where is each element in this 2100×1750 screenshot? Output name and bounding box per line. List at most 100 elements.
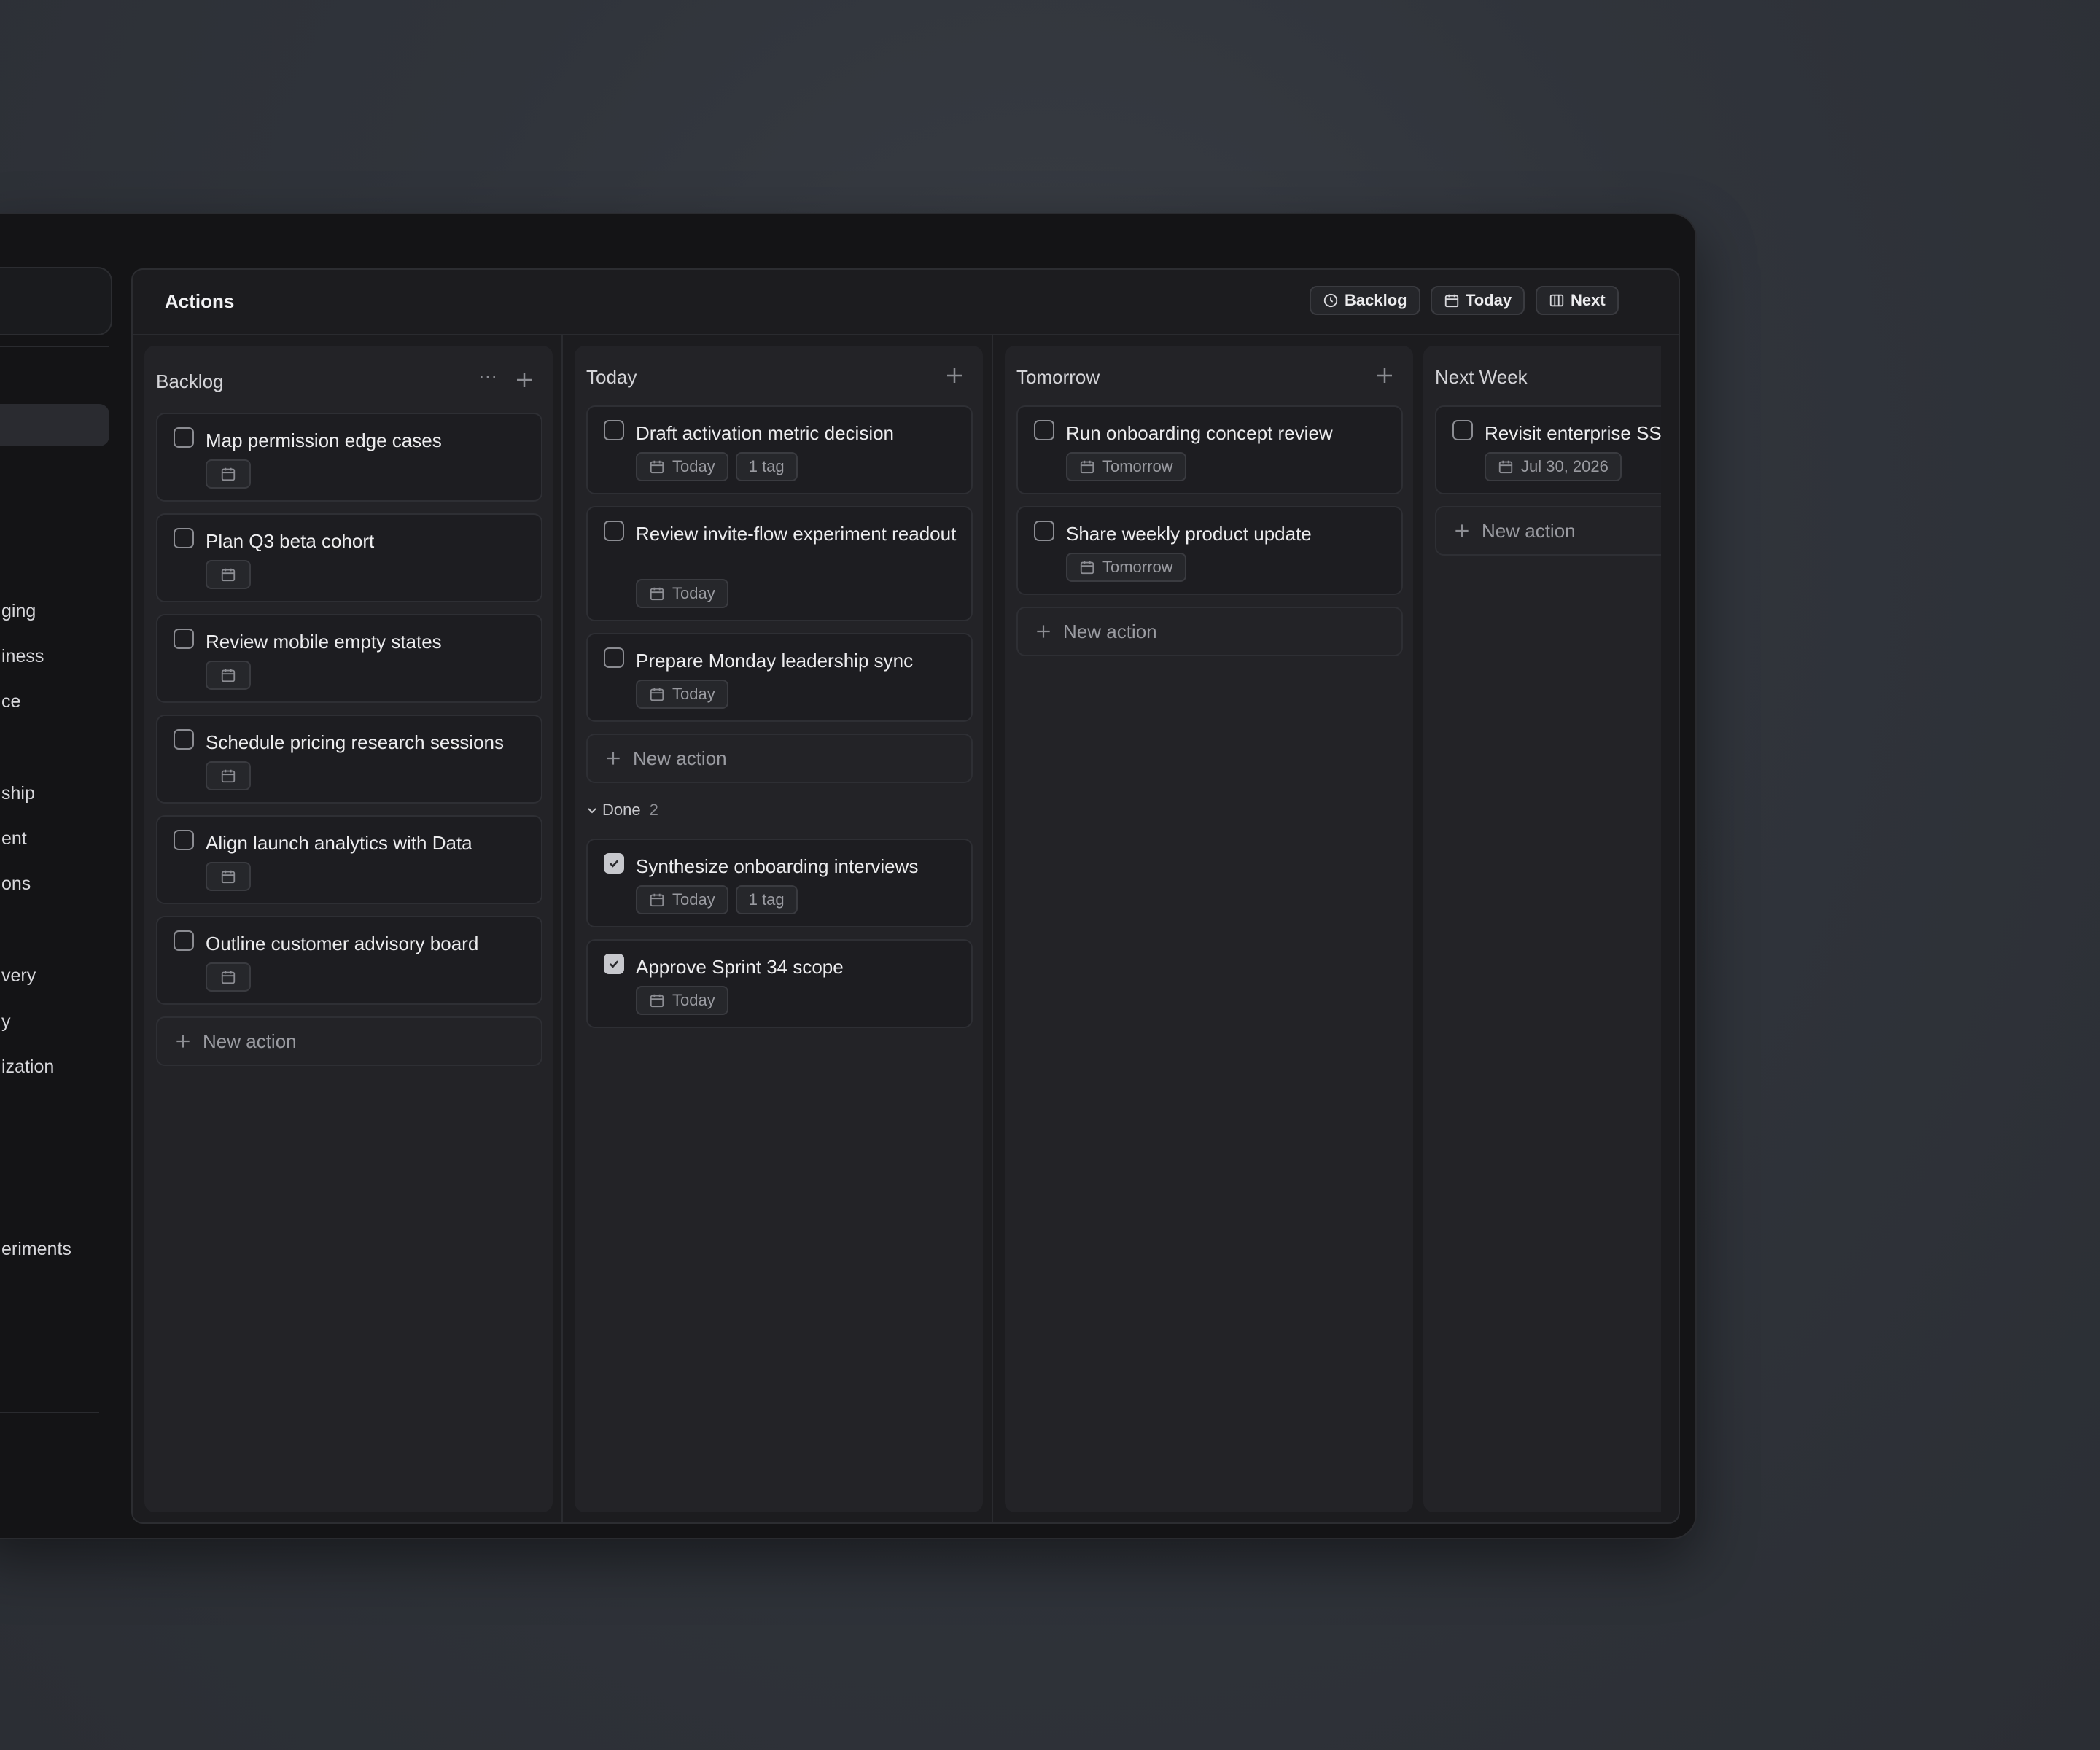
action-checkbox-checked[interactable] (604, 853, 624, 874)
action-checkbox[interactable] (1034, 521, 1054, 541)
plus-icon (1455, 524, 1469, 537)
add-icon[interactable] (1374, 365, 1396, 386)
column-title: Backlog (156, 370, 224, 392)
action-card[interactable]: Align launch analytics with Data (156, 815, 542, 904)
action-title: Approve Sprint 34 scope (636, 956, 844, 978)
tag-chip[interactable]: 1 tag (735, 452, 798, 481)
plus-icon (607, 752, 620, 765)
action-card[interactable]: Share weekly product update Tomorrow (1016, 506, 1403, 595)
action-title: Revisit enterprise SSO (1485, 422, 1671, 444)
action-card[interactable]: Prepare Monday leadership sync Today (586, 633, 973, 722)
sidebar-item[interactable]: ization (1, 1057, 54, 1078)
sidebar-item[interactable]: iness (1, 646, 44, 667)
action-checkbox[interactable] (174, 528, 194, 548)
action-card-done[interactable]: Synthesize onboarding interviews Today 1… (586, 839, 973, 928)
new-action-button[interactable]: New action (586, 734, 973, 783)
action-card[interactable]: Draft activation metric decision Today 1… (586, 405, 973, 494)
action-title: Schedule pricing research sessions (206, 731, 504, 753)
date-chip[interactable]: Today (636, 986, 728, 1015)
date-chip[interactable] (206, 761, 251, 790)
action-card[interactable]: Review invite-flow experiment readout To… (586, 506, 973, 621)
action-checkbox[interactable] (604, 521, 624, 541)
check-icon (609, 960, 619, 968)
action-card[interactable]: Review mobile empty states (156, 614, 542, 703)
date-chip[interactable] (206, 459, 251, 489)
view-backlog-button[interactable]: Backlog (1310, 286, 1420, 315)
clock-icon (1323, 293, 1338, 308)
action-card[interactable]: Map permission edge cases (156, 413, 542, 502)
sidebar-item[interactable]: ce (1, 691, 20, 712)
action-title: Outline customer advisory board (206, 933, 479, 954)
view-next-button[interactable]: Next (1536, 286, 1619, 315)
sidebar-item[interactable]: y (1, 1011, 11, 1032)
date-chip[interactable]: Tomorrow (1066, 452, 1186, 481)
panel-header: Actions Backlog Today Next (133, 270, 1679, 335)
action-checkbox[interactable] (604, 420, 624, 440)
date-chip[interactable] (206, 862, 251, 891)
date-label: Today (672, 584, 715, 602)
action-card-done[interactable]: Approve Sprint 34 scope Today (586, 939, 973, 1028)
action-checkbox[interactable] (174, 830, 194, 850)
date-chip[interactable]: Today (636, 680, 728, 709)
sidebar-item[interactable]: eriments (1, 1239, 71, 1260)
calendar-icon (221, 669, 236, 682)
more-options-icon[interactable]: ··· (477, 366, 499, 389)
sidebar-active-item[interactable] (0, 404, 109, 446)
chevron-down-icon (588, 808, 596, 814)
calendar-icon (1080, 460, 1094, 474)
action-title: Prepare Monday leadership sync (636, 650, 914, 672)
calendar-icon (650, 994, 664, 1008)
plus-icon (1037, 625, 1050, 638)
sidebar-item[interactable]: ging (1, 601, 36, 622)
new-action-button[interactable]: New action (156, 1016, 542, 1066)
date-chip[interactable]: Today (636, 885, 728, 914)
plus-icon (176, 1035, 190, 1048)
sidebar-item[interactable]: ons (1, 874, 31, 895)
sidebar-item[interactable]: very (1, 965, 36, 987)
action-checkbox[interactable] (174, 930, 194, 951)
sidebar-item[interactable]: ship (1, 783, 35, 804)
date-chip[interactable] (206, 962, 251, 992)
view-next-label: Next (1571, 291, 1606, 309)
calendar-icon (650, 460, 664, 474)
date-chip[interactable] (206, 560, 251, 589)
page-title: Actions (165, 290, 235, 312)
calendar-icon (221, 467, 236, 481)
date-chip[interactable]: Today (636, 452, 728, 481)
tag-chip[interactable]: 1 tag (735, 885, 798, 914)
action-checkbox[interactable] (174, 427, 194, 448)
new-action-label: New action (633, 747, 727, 769)
action-checkbox[interactable] (174, 629, 194, 649)
done-section-toggle[interactable]: Done 2 (586, 801, 658, 820)
column-today: Today Draft activation metric decision T… (575, 346, 983, 1512)
action-checkbox-checked[interactable] (604, 954, 624, 974)
column-title: Next Week (1435, 366, 1528, 388)
date-chip[interactable]: Tomorrow (1066, 553, 1186, 582)
action-card[interactable]: Outline customer advisory board (156, 916, 542, 1005)
tag-label: 1 tag (748, 890, 785, 909)
action-title: Run onboarding concept review (1066, 422, 1333, 444)
action-checkbox[interactable] (1452, 420, 1473, 440)
date-chip[interactable]: Jul 30, 2026 (1485, 452, 1622, 481)
new-action-button[interactable]: New action (1435, 506, 1671, 556)
date-label: Today (672, 457, 715, 475)
new-action-label: New action (203, 1030, 297, 1052)
action-card[interactable]: Plan Q3 beta cohort (156, 513, 542, 602)
date-chip[interactable] (206, 661, 251, 690)
action-card[interactable]: Revisit enterprise SSO Jul 30, 2026 (1435, 405, 1671, 494)
add-icon[interactable] (944, 365, 965, 386)
sidebar-item[interactable]: ent (1, 828, 27, 849)
view-today-button[interactable]: Today (1431, 286, 1525, 315)
new-action-button[interactable]: New action (1016, 607, 1403, 656)
action-checkbox[interactable] (1034, 420, 1054, 440)
action-title: Review mobile empty states (206, 631, 442, 653)
calendar-icon (221, 769, 236, 783)
action-card[interactable]: Schedule pricing research sessions (156, 715, 542, 804)
date-chip[interactable]: Today (636, 579, 728, 608)
sidebar-search[interactable] (0, 267, 112, 335)
action-checkbox[interactable] (174, 729, 194, 750)
new-action-label: New action (1063, 620, 1157, 642)
action-card[interactable]: Run onboarding concept review Tomorrow (1016, 405, 1403, 494)
add-icon[interactable] (513, 369, 535, 391)
action-checkbox[interactable] (604, 648, 624, 668)
